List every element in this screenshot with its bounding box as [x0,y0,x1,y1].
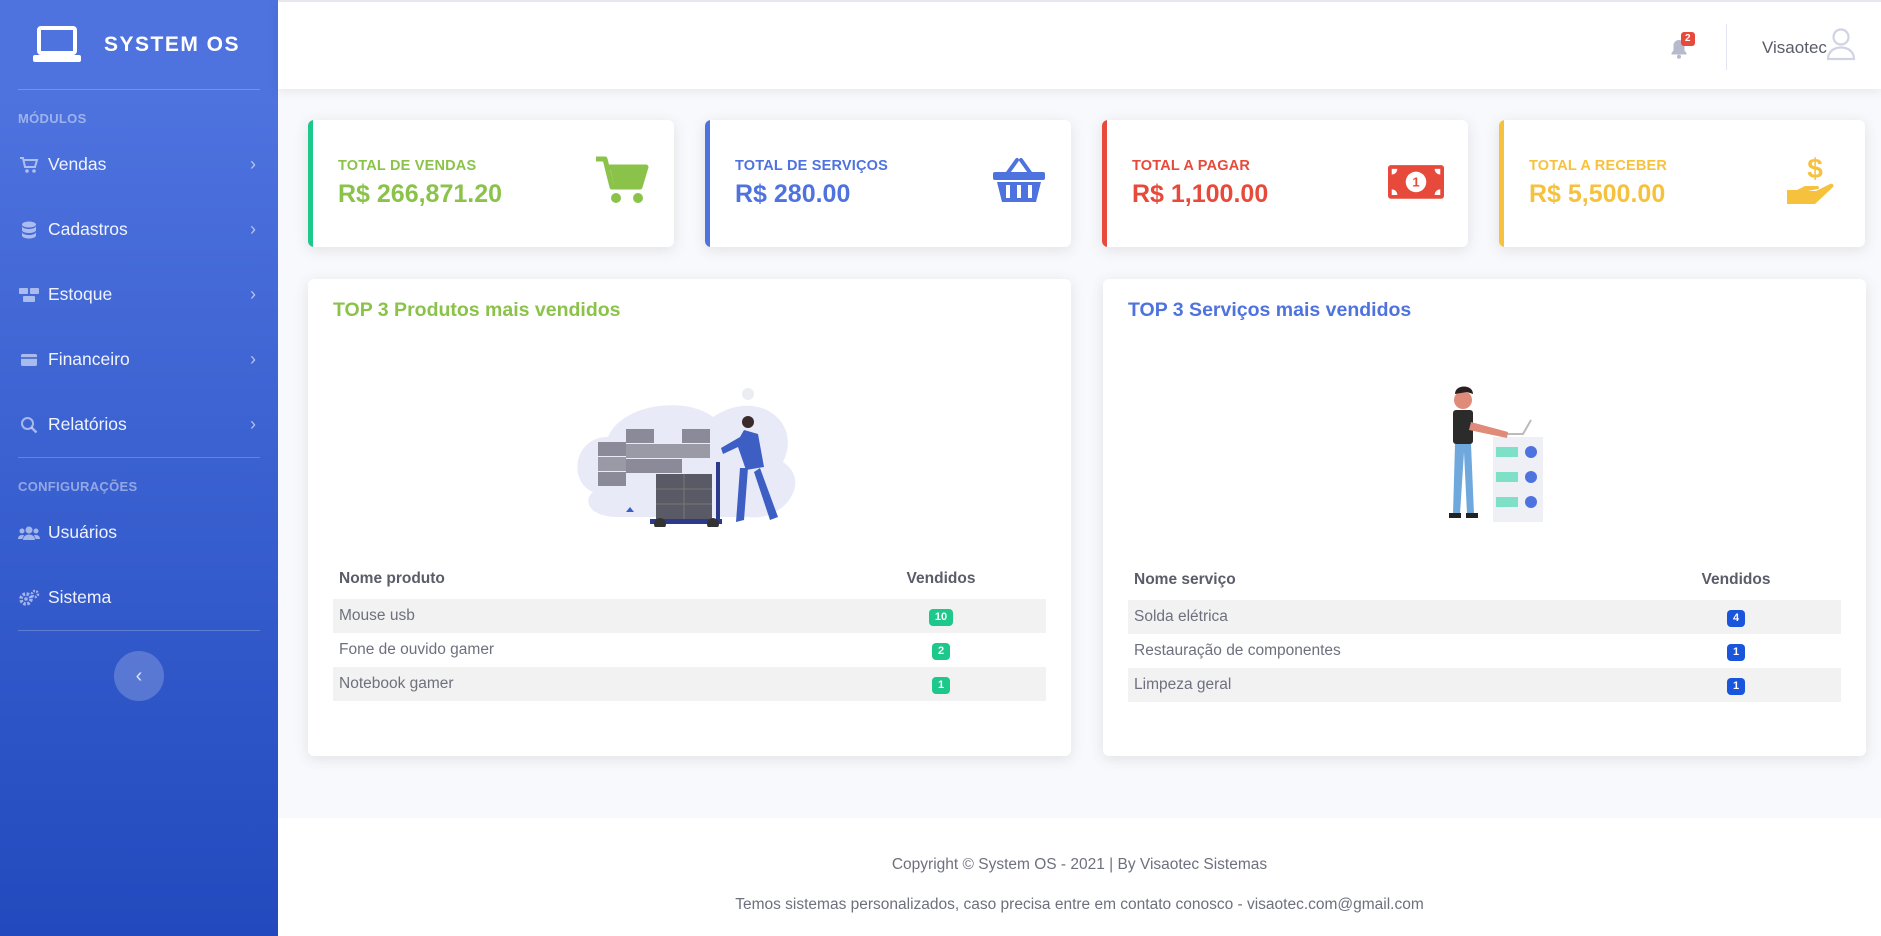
user-avatar-icon[interactable] [1826,27,1856,61]
stat-card-total-vendas: TOTAL DE VENDAS R$ 266,871.20 [308,120,674,247]
notification-count-badge: 2 [1681,32,1695,46]
sidebar-item-label: Usuários [48,522,118,542]
product-name: Notebook gamer [333,667,836,701]
column-header-name: Nome produto [339,570,445,587]
card-accent-bar [1102,120,1107,247]
sidebar-item-usuarios[interactable]: Usuários [0,500,278,565]
cart-icon [18,156,40,174]
stat-title: TOTAL A PAGAR [1132,158,1251,174]
warehouse-illustration [577,388,796,527]
svg-text:$: $ [1807,154,1823,184]
sidebar-divider [18,630,260,631]
table-header: Nome produto Vendidos [333,559,1046,599]
copyright-text: Copyright © System OS - 2021 | By Visaot… [891,856,1268,873]
chevron-right-icon: › [250,349,256,369]
stat-value: R$ 280.00 [735,180,851,208]
hand-dollar-icon: $ [1787,154,1834,204]
top-products-table: Nome produto Vendidos Mouse usb 10 Fone … [333,559,1046,701]
card-accent-bar [705,120,710,247]
sidebar-item-sistema[interactable]: Sistema [0,565,278,630]
topbar-divider [1726,24,1727,70]
product-name: Fone de ouvido gamer [339,641,495,658]
column-header-sold: Vendidos [1701,571,1771,588]
user-name[interactable]: Visaotec [1762,38,1827,58]
sidebar-item-label: Financeiro [48,349,130,369]
chevron-right-icon: › [250,284,256,304]
sidebar-item-relatorios[interactable]: Relatórios › [0,392,278,457]
sold-count-badge: 1 [1726,677,1746,695]
stat-value: R$ 1,100.00 [1132,180,1269,208]
topbar: 2 Visaotec [278,0,1881,89]
card-accent-bar [308,120,313,247]
stat-title: TOTAL A RECEBER [1529,158,1668,174]
search-report-icon [18,416,40,434]
laptop-icon [33,25,81,62]
config-heading: CONFIGURAÇÕES [18,479,138,494]
sold-count-badge: 10 [928,608,954,626]
sidebar-item-label: Cadastros [48,219,128,239]
brand-name: SYSTEM OS [104,32,241,56]
table-row: Solda elétrica 4 [1128,600,1841,634]
contact-text: Temos sistemas personalizados, caso prec… [735,896,1424,913]
product-name: Mouse usb [333,599,836,633]
service-name: Solda elétrica [1128,600,1631,634]
stat-value: R$ 266,871.20 [338,180,503,208]
stat-card-total-servicos: TOTAL DE SERVIÇOS R$ 280.00 [705,120,1071,247]
footer: Copyright © System OS - 2021 | By Visaot… [278,818,1881,936]
column-header-sold: Vendidos [906,570,976,587]
chevron-right-icon: › [250,154,256,174]
service-name: Limpeza geral [1128,668,1631,702]
sidebar-item-label: Relatórios [48,414,127,434]
sold-count-badge: 1 [1726,643,1746,661]
service-name: Restauração de componentes [1134,642,1341,659]
top-services-panel: TOP 3 Serviços mais vendidos Nome serviç… [1103,279,1866,756]
sidebar-toggle-button[interactable]: ‹ [114,651,164,701]
modules-heading: MÓDULOS [18,111,87,126]
sidebar-item-cadastros[interactable]: Cadastros › [0,197,278,262]
stat-value: R$ 5,500.00 [1529,180,1666,208]
sold-count-badge: 2 [931,642,951,660]
table-row: Notebook gamer 1 [333,667,1046,701]
sidebar-item-label: Sistema [48,587,112,607]
sidebar-item-label: Vendas [48,154,107,174]
stat-title: TOTAL DE SERVIÇOS [735,158,888,174]
cogs-icon [18,589,40,607]
wallet-icon [18,351,40,369]
svg-text:1: 1 [1412,175,1419,190]
panel-title: TOP 3 Produtos mais vendidos [333,299,621,321]
sidebar-item-label: Estoque [48,284,113,304]
money-bill-icon: 1 [1388,165,1444,199]
card-accent-bar [1499,120,1504,247]
database-icon [18,221,40,239]
stat-card-total-pagar: TOTAL A PAGAR R$ 1,100.00 1 [1102,120,1468,247]
column-header-name: Nome serviço [1134,571,1236,588]
table-row: Mouse usb 10 [333,599,1046,633]
stat-card-total-receber: TOTAL A RECEBER R$ 5,500.00 $ [1499,120,1865,247]
users-icon [18,524,40,542]
sold-count-badge: 1 [931,676,951,694]
table-row: Limpeza geral 1 [1128,668,1841,702]
shopping-cart-icon [596,156,649,203]
chevron-right-icon: › [250,219,256,239]
server-technician-illustration [1449,386,1543,522]
chevron-right-icon: › [250,414,256,434]
boxes-icon [18,286,40,304]
stat-title: TOTAL DE VENDAS [338,158,477,174]
sidebar-item-financeiro[interactable]: Financeiro › [0,327,278,392]
panel-title: TOP 3 Serviços mais vendidos [1128,299,1412,321]
basket-icon [993,158,1045,202]
sold-count-badge: 4 [1726,609,1746,627]
table-header: Nome serviço Vendidos [1128,560,1841,600]
top-products-panel: TOP 3 Produtos mais vendidos Nome produt… [308,279,1071,756]
sidebar-item-vendas[interactable]: Vendas › [0,132,278,197]
sidebar-item-estoque[interactable]: Estoque › [0,262,278,327]
brand[interactable]: SYSTEM OS [0,0,278,89]
sidebar: SYSTEM OS MÓDULOS Vendas › Cadastros › E… [0,0,278,936]
table-row: Fone de ouvido gamer 2 [333,633,1046,667]
top-services-table: Nome serviço Vendidos Solda elétrica 4 R… [1128,560,1841,702]
table-row: Restauração de componentes 1 [1128,634,1841,668]
